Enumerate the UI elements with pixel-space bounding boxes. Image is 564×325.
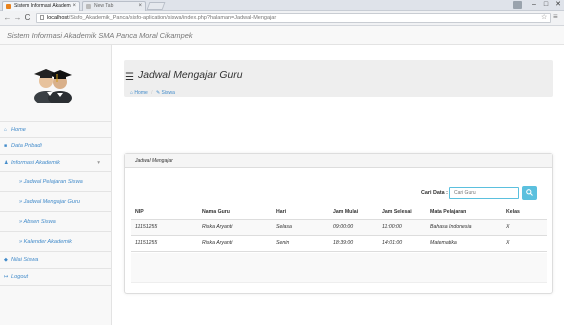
bookmark-star-icon[interactable]: ☆ bbox=[541, 13, 547, 21]
col-header-mata-pelajaran: Mata Pelajaran bbox=[426, 205, 502, 220]
breadcrumb-separator: / bbox=[151, 90, 153, 96]
table-row: 11151255 Riska Aryanti Senin 18:39:00 14… bbox=[131, 235, 547, 252]
search-label: Cari Data : bbox=[421, 190, 448, 196]
col-header-hari: Hari bbox=[272, 205, 329, 220]
cell-mata-pelajaran: Bahasa Indonesia bbox=[426, 219, 502, 236]
schedule-table: NIP Nama Guru Hari Jam Mulai Jam Selesai… bbox=[131, 205, 547, 252]
sidebar-item-label: » Absen Siswa bbox=[19, 219, 56, 225]
breadcrumb-home[interactable]: Home bbox=[134, 90, 147, 96]
cell-kelas: X bbox=[502, 235, 547, 252]
browser-tab-new[interactable]: New Tab × bbox=[82, 1, 146, 11]
sidebar-item-label: Logout bbox=[11, 274, 29, 280]
browser-menu-icon[interactable]: ≡ bbox=[553, 12, 558, 21]
reload-icon[interactable]: C bbox=[23, 13, 32, 23]
home-icon: ⌂ bbox=[4, 127, 8, 133]
forward-icon[interactable]: → bbox=[13, 13, 22, 23]
search-icon bbox=[526, 188, 533, 196]
table-header-row: NIP Nama Guru Hari Jam Mulai Jam Selesai… bbox=[131, 205, 547, 220]
sidebar-item-label: » Jadwal Mengajar Guru bbox=[19, 199, 80, 205]
edit-icon: ✎ bbox=[155, 90, 161, 96]
cell-jam-mulai: 18:39:00 bbox=[329, 235, 378, 252]
people-icon: ♟ bbox=[4, 160, 9, 166]
new-tab-button[interactable] bbox=[146, 2, 166, 10]
tab-title: New Tab bbox=[94, 3, 114, 9]
cell-hari: Selasa bbox=[272, 219, 329, 236]
cell-jam-mulai: 09:00:00 bbox=[329, 219, 378, 236]
sidebar-item-label: Nilai Siswa bbox=[11, 257, 39, 263]
close-tab-icon[interactable]: × bbox=[138, 2, 142, 11]
sidebar-item-logout[interactable]: ↦ Logout bbox=[0, 269, 112, 286]
sidebar-item-jadwal-mengajar-guru[interactable]: » Jadwal Mengajar Guru bbox=[0, 192, 112, 212]
cell-jam-selesai: 14:01:00 bbox=[378, 235, 426, 252]
page-info-icon bbox=[40, 15, 44, 20]
cell-mata-pelajaran: Matematika bbox=[426, 235, 502, 252]
col-header-kelas: Kelas bbox=[502, 205, 547, 220]
col-header-nama-guru: Nama Guru bbox=[198, 205, 272, 220]
sidebar-item-kalender-akademik[interactable]: » Kalender Akademik bbox=[0, 232, 112, 252]
sidebar: ⌂ Home ■ Data Pribadi ♟ Informasi Akadem… bbox=[0, 45, 112, 325]
address-bar-row: ← → C localhost/Sisfo_Akademik_Panca/sis… bbox=[0, 11, 564, 26]
menu-list-icon: ☰ bbox=[125, 72, 134, 83]
cell-nip: 11151255 bbox=[131, 219, 198, 236]
cell-hari: Senin bbox=[272, 235, 329, 252]
close-tab-icon[interactable]: × bbox=[72, 2, 76, 11]
url-path: /Sisfo_Akademik_Panca/sisfo-aplication/s… bbox=[68, 15, 277, 21]
col-header-nip: NIP bbox=[131, 205, 198, 220]
cell-jam-selesai: 11:00:00 bbox=[378, 219, 426, 236]
logout-icon: ↦ bbox=[4, 274, 9, 280]
pin-icon: ◆ bbox=[4, 257, 8, 263]
url-host: localhost bbox=[47, 15, 69, 21]
page-icon bbox=[86, 4, 91, 9]
sidebar-item-label: Home bbox=[11, 127, 26, 133]
url-field[interactable]: localhost/Sisfo_Akademik_Panca/sisfo-apl… bbox=[36, 13, 551, 23]
table-footer bbox=[131, 253, 547, 283]
tab-title: Sistem Informasi Akadem bbox=[14, 3, 71, 9]
user-icon: ■ bbox=[4, 143, 8, 149]
profile-icon[interactable] bbox=[513, 1, 522, 9]
sidebar-item-label: Informasi Akademik bbox=[11, 160, 60, 166]
sidebar-item-label: » Kalender Akademik bbox=[19, 239, 72, 245]
cell-nama-guru: Riska Aryanti bbox=[198, 235, 272, 252]
sidebar-item-informasi-akademik[interactable]: ♟ Informasi Akademik ▾ bbox=[0, 155, 112, 172]
cell-kelas: X bbox=[502, 219, 547, 236]
breadcrumb-current[interactable]: Siswa bbox=[162, 90, 175, 96]
close-window-icon[interactable]: ✕ bbox=[551, 0, 564, 10]
app-title[interactable]: Sistem Informasi Akademik SMA Panca Mora… bbox=[0, 26, 564, 45]
table-row: 11151255 Riska Aryanti Selasa 09:00:00 1… bbox=[131, 219, 547, 236]
schedule-panel: Jadwal Mengajar Cari Data : NIP Nama Gur… bbox=[124, 153, 553, 294]
cell-nip: 11151255 bbox=[131, 235, 198, 252]
sidebar-item-data-pribadi[interactable]: ■ Data Pribadi bbox=[0, 138, 112, 155]
favicon-icon bbox=[6, 4, 11, 9]
sidebar-item-label: » Jadwal Pelajaran Siswa bbox=[19, 179, 83, 185]
sidebar-item-nilai-siswa[interactable]: ◆ Nilai Siswa bbox=[0, 252, 112, 269]
col-header-jam-selesai: Jam Selesai bbox=[378, 205, 426, 220]
cell-nama-guru: Riska Aryanti bbox=[198, 219, 272, 236]
col-header-jam-mulai: Jam Mulai bbox=[329, 205, 378, 220]
graduates-logo-icon bbox=[34, 69, 72, 103]
breadcrumb: ⌂ Home / ✎ Siswa bbox=[130, 90, 175, 96]
sidebar-item-absen-siswa[interactable]: » Absen Siswa bbox=[0, 212, 112, 232]
main-content: Jadwal Mengajar Cari Data : NIP Nama Gur… bbox=[113, 45, 564, 325]
home-icon: ⌂ bbox=[130, 90, 134, 96]
back-icon[interactable]: ← bbox=[3, 13, 12, 23]
search-button[interactable] bbox=[522, 186, 537, 200]
browser-tab-active[interactable]: Sistem Informasi Akadem × bbox=[2, 1, 80, 11]
chevron-down-icon: ▾ bbox=[97, 160, 100, 166]
browser-tab-bar: Sistem Informasi Akadem × New Tab × – □ … bbox=[0, 0, 564, 11]
panel-heading: Jadwal Mengajar bbox=[125, 154, 552, 168]
page-title: Jadwal Mengajar Guru bbox=[138, 70, 243, 81]
sidebar-item-jadwal-pelajaran-siswa[interactable]: » Jadwal Pelajaran Siswa bbox=[0, 172, 112, 192]
search-input[interactable] bbox=[449, 187, 519, 199]
sidebar-item-home[interactable]: ⌂ Home bbox=[0, 121, 112, 138]
sidebar-item-label: Data Pribadi bbox=[11, 143, 42, 149]
sidebar-menu: ⌂ Home ■ Data Pribadi ♟ Informasi Akadem… bbox=[0, 121, 112, 286]
